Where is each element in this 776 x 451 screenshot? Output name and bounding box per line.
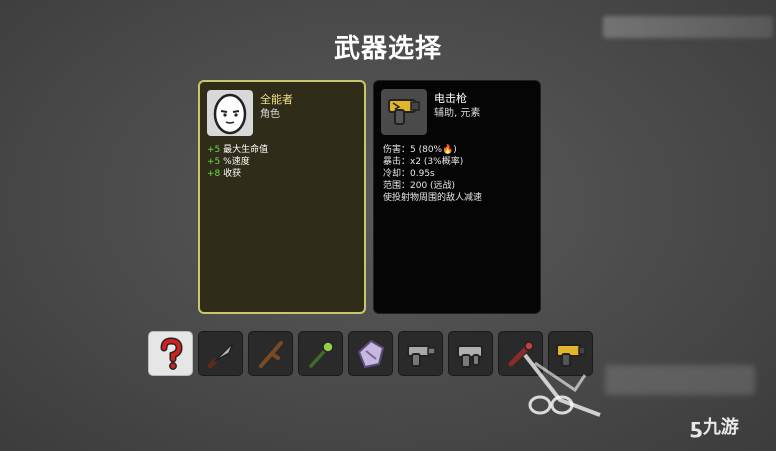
weapon-portrait (381, 89, 427, 135)
weapon-card: 电击枪 辅助, 元素 伤害：5 (80%🔥) 暴击：x2 (3%概率) 冷却：0… (373, 80, 541, 314)
weapon-stat-effect: 使投射物周围的敌人减速 (383, 193, 483, 203)
site-logo: ƽ九游 (690, 414, 739, 438)
stat-row: +5 %速度 (207, 157, 250, 167)
logo-mark-icon: ƽ (690, 414, 703, 438)
stat-row: +5 最大生命值 (207, 145, 269, 155)
slot-gun-2[interactable] (448, 331, 493, 376)
stat-row: +8 收获 (207, 169, 242, 179)
shield-shard-icon (357, 339, 384, 368)
character-type: 角色 (260, 109, 280, 120)
character-portrait (207, 90, 253, 136)
taser-icon (388, 99, 420, 125)
slot-random[interactable] (148, 331, 193, 376)
slot-spiked-staff[interactable] (298, 331, 343, 376)
slot-knife[interactable] (198, 331, 243, 376)
weapon-stat-range: 范围：200 (远战) (383, 181, 456, 191)
blurred-watermark-2 (605, 365, 755, 395)
weapon-stat-damage: 伤害：5 (80%🔥) (383, 145, 457, 155)
slot-gun[interactable] (398, 331, 443, 376)
gray-gun-icon (406, 344, 436, 367)
character-stats: +5 最大生命值 +5 %速度 +8 收获 (207, 144, 268, 180)
knife-icon (207, 341, 234, 368)
weapon-tags: 辅助, 元素 (434, 108, 481, 119)
spiked-staff-icon (308, 340, 334, 368)
stick-icon (258, 340, 283, 368)
weapon-stats: 伤害：5 (80%🔥) 暴击：x2 (3%概率) 冷却：0.95s 范围：200… (383, 144, 482, 204)
question-mark-icon (160, 336, 183, 370)
character-card: 全能者 角色 +5 最大生命值 +5 %速度 +8 收获 (198, 80, 366, 314)
mascot-watermark-icon (523, 353, 601, 417)
slot-shard[interactable] (348, 331, 393, 376)
weapon-stat-crit: 暴击：x2 (3%概率) (383, 157, 464, 167)
page-title: 武器选择 (333, 34, 442, 64)
egg-face-icon (213, 93, 247, 135)
weapon-stat-cooldown: 冷却：0.95s (383, 169, 435, 179)
gray-gun-2-icon (456, 344, 483, 368)
slot-stick[interactable] (248, 331, 293, 376)
